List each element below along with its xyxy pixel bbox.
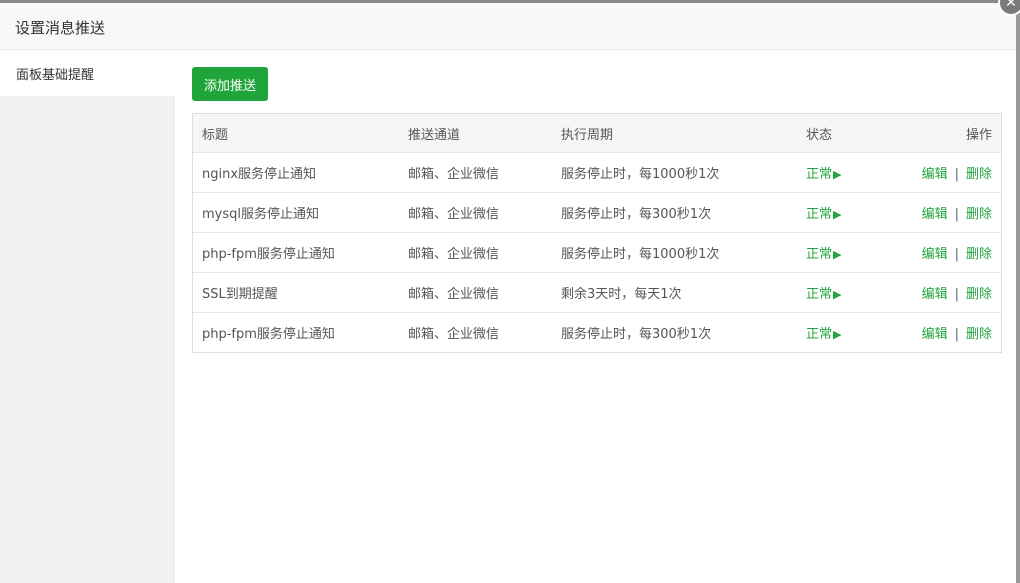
play-icon: ▶	[833, 208, 842, 221]
table-row: mysql服务停止通知 邮箱、企业微信 服务停止时，每300秒1次 正常▶ 编辑…	[193, 192, 1001, 232]
delete-link[interactable]: 删除	[966, 287, 992, 302]
row-period: 服务停止时，每1000秒1次	[561, 247, 720, 262]
delete-link[interactable]: 删除	[966, 167, 992, 182]
status-label: 正常	[806, 327, 833, 342]
separator: |	[954, 327, 959, 342]
sidebar: 面板基础提醒	[0, 50, 175, 583]
table-row: nginx服务停止通知 邮箱、企业微信 服务停止时，每1000秒1次 正常▶ 编…	[193, 152, 1001, 192]
table-row: php-fpm服务停止通知 邮箱、企业微信 服务停止时，每300秒1次 正常▶ …	[193, 312, 1001, 352]
page: 设置消息推送 ✕ 面板基础提醒 添加推送 标题 推送通道 执行周期 状态 操作 …	[0, 0, 1020, 583]
row-channel: 邮箱、企业微信	[408, 287, 500, 302]
row-channel: 邮箱、企业微信	[408, 327, 500, 342]
sidebar-item-panel-alerts[interactable]: 面板基础提醒	[0, 50, 175, 96]
play-icon: ▶	[833, 248, 842, 261]
header-period: 执行周期	[561, 127, 614, 143]
row-title: php-fpm服务停止通知	[202, 247, 335, 262]
status-toggle[interactable]: 正常▶	[806, 323, 886, 342]
separator: |	[954, 207, 959, 222]
row-channel: 邮箱、企业微信	[408, 207, 500, 222]
play-icon: ▶	[833, 328, 842, 341]
status-label: 正常	[806, 167, 833, 182]
header-status: 状态	[806, 127, 833, 143]
edit-link[interactable]: 编辑	[922, 167, 948, 182]
edit-link[interactable]: 编辑	[922, 287, 948, 302]
row-channel: 邮箱、企业微信	[408, 167, 500, 182]
header-channel: 推送通道	[408, 127, 461, 143]
table-row: php-fpm服务停止通知 邮箱、企业微信 服务停止时，每1000秒1次 正常▶…	[193, 232, 1001, 272]
status-label: 正常	[806, 207, 833, 222]
dialog-title: 设置消息推送	[15, 19, 106, 37]
play-icon: ▶	[833, 168, 842, 181]
add-push-button[interactable]: 添加推送	[192, 67, 269, 101]
row-period: 剩余3天时，每天1次	[561, 287, 682, 302]
delete-link[interactable]: 删除	[966, 247, 992, 262]
row-channel: 邮箱、企业微信	[408, 247, 500, 262]
status-toggle[interactable]: 正常▶	[806, 283, 886, 302]
row-title: php-fpm服务停止通知	[202, 327, 335, 342]
sidebar-item-label: 面板基础提醒	[16, 67, 95, 83]
status-toggle[interactable]: 正常▶	[806, 163, 886, 182]
main-content: 添加推送 标题 推送通道 执行周期 状态 操作 nginx服务停止通知 邮箱、企…	[175, 50, 1016, 583]
status-label: 正常	[806, 287, 833, 302]
row-period: 服务停止时，每300秒1次	[561, 207, 712, 222]
row-period: 服务停止时，每1000秒1次	[561, 167, 720, 182]
status-toggle[interactable]: 正常▶	[806, 243, 886, 262]
table-header: 标题 推送通道 执行周期 状态 操作	[193, 114, 1001, 152]
row-title: SSL到期提醒	[202, 287, 278, 302]
separator: |	[954, 167, 959, 182]
dialog-header: 设置消息推送	[0, 3, 1016, 50]
status-toggle[interactable]: 正常▶	[806, 203, 886, 222]
delete-link[interactable]: 删除	[966, 327, 992, 342]
edit-link[interactable]: 编辑	[922, 327, 948, 342]
push-table: 标题 推送通道 执行周期 状态 操作 nginx服务停止通知 邮箱、企业微信 服…	[192, 113, 1002, 353]
row-title: nginx服务停止通知	[202, 167, 317, 182]
edit-link[interactable]: 编辑	[922, 247, 948, 262]
status-label: 正常	[806, 247, 833, 262]
play-icon: ▶	[833, 288, 842, 301]
delete-link[interactable]: 删除	[966, 207, 992, 222]
separator: |	[954, 287, 959, 302]
table-row: SSL到期提醒 邮箱、企业微信 剩余3天时，每天1次 正常▶ 编辑 | 删除	[193, 272, 1001, 312]
edit-link[interactable]: 编辑	[922, 207, 948, 222]
separator: |	[954, 247, 959, 262]
row-period: 服务停止时，每300秒1次	[561, 327, 712, 342]
header-actions: 操作	[965, 127, 992, 143]
header-title: 标题	[202, 127, 229, 143]
row-title: mysql服务停止通知	[202, 207, 319, 222]
backdrop-edge	[1016, 0, 1020, 583]
